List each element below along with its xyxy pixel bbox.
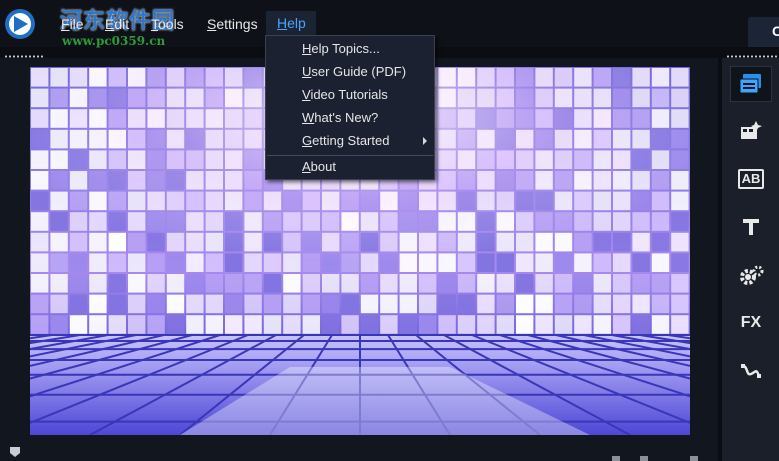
- right-toolbar: AB FX: [722, 58, 779, 461]
- fx-button[interactable]: FX: [730, 305, 772, 341]
- getting-started-item[interactable]: Getting Started: [302, 131, 389, 151]
- text-icon: [743, 219, 759, 235]
- help-topics-item[interactable]: Help Topics...: [302, 39, 380, 59]
- menu-help[interactable]: Help: [266, 11, 316, 36]
- text-button[interactable]: [730, 209, 772, 245]
- timeline-marker-icon[interactable]: [9, 446, 21, 458]
- about-label: bout: [310, 159, 336, 174]
- fx-icon: FX: [740, 314, 762, 331]
- path-icon: [741, 364, 761, 378]
- scroll-handle-right[interactable]: [690, 456, 698, 461]
- getting-started-label: etting Started: [312, 133, 390, 148]
- menu-settings-mnemonic: S: [207, 16, 217, 32]
- menu-help-label: elp: [287, 15, 306, 31]
- user-guide-item[interactable]: User Guide (PDF): [302, 62, 406, 82]
- help-topics-mnemonic: H: [302, 41, 312, 56]
- about-item[interactable]: About: [302, 157, 336, 177]
- tile-floor: [30, 334, 690, 435]
- menu-tools-mnemonic: T: [151, 16, 158, 32]
- media-icon: [739, 74, 761, 94]
- app-logo-icon: [5, 9, 35, 39]
- help-topics-label: elp Topics...: [311, 41, 380, 56]
- menu-file[interactable]: File: [61, 14, 84, 34]
- watermark-url: www.pc0359.cn: [62, 34, 166, 48]
- menu-edit-mnemonic: E: [105, 16, 115, 32]
- about-mnemonic: A: [302, 159, 311, 174]
- right-panel-tab-label: C: [772, 23, 779, 39]
- title-ab-icon: AB: [737, 169, 765, 189]
- whats-new-label: hat's New?: [314, 110, 379, 125]
- user-guide-label: ser Guide (PDF): [311, 64, 407, 79]
- scroll-handle-left[interactable]: [612, 456, 620, 461]
- instant-project-button[interactable]: [730, 113, 772, 149]
- menu-file-mnemonic: F: [61, 16, 70, 32]
- instant-project-icon: [741, 121, 762, 139]
- menu-file-label: ile: [69, 16, 84, 32]
- menu-tools[interactable]: Tools: [151, 14, 184, 34]
- path-button[interactable]: [730, 353, 772, 389]
- menu-separator: [267, 155, 433, 156]
- title-button[interactable]: AB: [730, 161, 772, 197]
- menu-edit-label: dit: [114, 16, 130, 32]
- transition-button[interactable]: [730, 257, 772, 293]
- video-tutorials-label: ideo Tutorials: [310, 87, 388, 102]
- menu-settings[interactable]: Settings: [207, 14, 258, 34]
- submenu-arrow-icon: [423, 137, 427, 145]
- transition-gear-icon: [740, 265, 764, 285]
- help-dropdown-menu: Help Topics... User Guide (PDF) Video Tu…: [265, 35, 435, 180]
- right-panel-tab[interactable]: C: [748, 17, 779, 47]
- media-button[interactable]: [730, 66, 772, 102]
- menu-tools-label: ools: [158, 16, 184, 32]
- scroll-handle-mid[interactable]: [640, 456, 648, 461]
- whats-new-mnemonic: W: [302, 110, 315, 125]
- menu-edit[interactable]: Edit: [105, 14, 129, 34]
- menu-settings-label: ettings: [216, 16, 258, 32]
- user-guide-mnemonic: U: [302, 64, 312, 79]
- menu-help-mnemonic: H: [277, 15, 288, 31]
- video-tutorials-item[interactable]: Video Tutorials: [302, 85, 388, 105]
- whats-new-item[interactable]: What's New?: [302, 108, 378, 128]
- getting-started-mnemonic: G: [302, 133, 313, 148]
